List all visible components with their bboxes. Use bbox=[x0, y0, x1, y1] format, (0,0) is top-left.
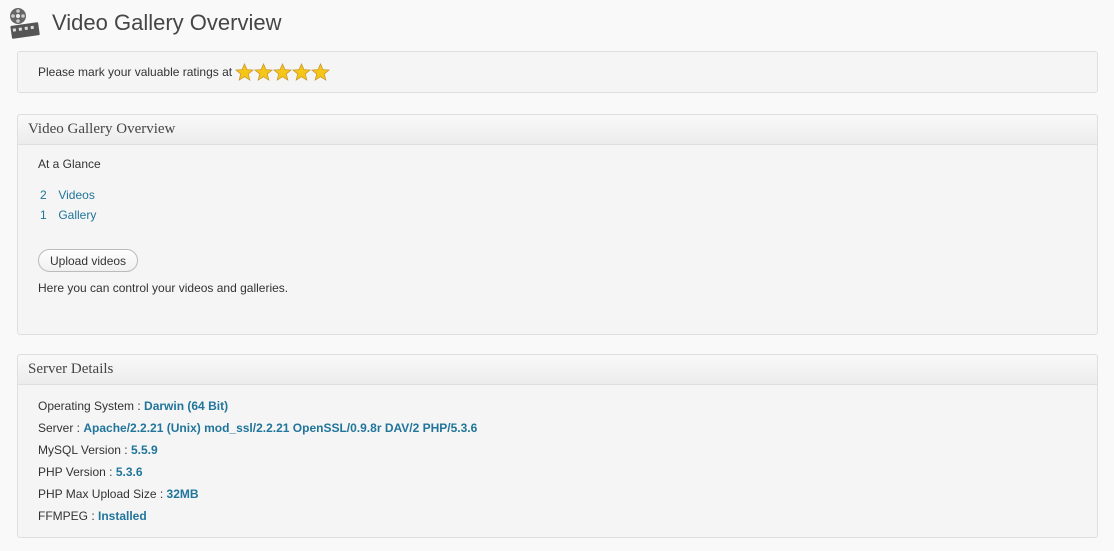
detail-row-os: Operating System : Darwin (64 Bit) bbox=[38, 399, 228, 413]
gallery-count: 1 bbox=[40, 208, 47, 222]
detail-row-server: Server : Apache/2.2.21 (Unix) mod_ssl/2.… bbox=[38, 421, 477, 435]
overview-postbox: Video Gallery Overview At a Glance 2 Vid… bbox=[17, 114, 1098, 335]
glance-item-gallery[interactable]: 1 Gallery bbox=[40, 208, 96, 222]
upload-videos-button[interactable]: Upload videos bbox=[38, 249, 139, 272]
overview-description: Here you can control your videos and gal… bbox=[38, 281, 289, 295]
detail-value: Darwin (64 Bit) bbox=[144, 399, 229, 413]
detail-label: Operating System : bbox=[38, 399, 145, 413]
rating-text: Please mark your valuable ratings at bbox=[38, 65, 233, 79]
detail-row-php: PHP Version : 5.3.6 bbox=[38, 465, 143, 479]
detail-value: Installed bbox=[98, 509, 147, 523]
detail-row-mysql: MySQL Version : 5.5.9 bbox=[38, 443, 158, 457]
overview-postbox-header[interactable]: Video Gallery Overview bbox=[18, 115, 1097, 145]
detail-label: MySQL Version : bbox=[38, 443, 131, 457]
detail-label: FFMPEG : bbox=[38, 509, 98, 523]
star-icon[interactable] bbox=[311, 63, 331, 81]
server-postbox: Server Details Operating System : Darwin… bbox=[17, 354, 1098, 538]
detail-label: PHP Version : bbox=[38, 465, 116, 479]
detail-row-upload-size: PHP Max Upload Size : 32MB bbox=[38, 487, 199, 501]
glance-item-videos[interactable]: 2 Videos bbox=[40, 188, 95, 202]
videos-count: 2 bbox=[40, 188, 47, 202]
server-postbox-title: Server Details bbox=[28, 361, 114, 377]
page-title: Video Gallery Overview bbox=[52, 10, 282, 35]
glance-title: At a Glance bbox=[38, 157, 101, 171]
detail-value: Apache/2.2.21 (Unix) mod_ssl/2.2.21 Open… bbox=[83, 421, 478, 435]
star-icon[interactable] bbox=[292, 63, 312, 81]
server-postbox-header[interactable]: Server Details bbox=[18, 355, 1097, 385]
videos-label: Videos bbox=[58, 188, 95, 202]
detail-value: 5.3.6 bbox=[115, 465, 143, 479]
detail-value: 32MB bbox=[166, 487, 199, 501]
detail-label: Server : bbox=[38, 421, 84, 435]
rating-stars[interactable] bbox=[235, 63, 331, 81]
gallery-label: Gallery bbox=[58, 208, 97, 222]
detail-value: 5.5.9 bbox=[130, 443, 158, 457]
detail-label: PHP Max Upload Size : bbox=[38, 487, 167, 501]
detail-row-ffmpeg: FFMPEG : Installed bbox=[38, 509, 147, 523]
rating-box: Please mark your valuable ratings at bbox=[17, 51, 1098, 93]
page-header: Video Gallery Overview bbox=[8, 6, 281, 40]
star-icon[interactable] bbox=[273, 63, 293, 81]
star-icon[interactable] bbox=[254, 63, 274, 81]
film-reel-icon bbox=[10, 8, 40, 39]
overview-postbox-title: Video Gallery Overview bbox=[28, 121, 176, 137]
star-icon[interactable] bbox=[235, 63, 255, 81]
